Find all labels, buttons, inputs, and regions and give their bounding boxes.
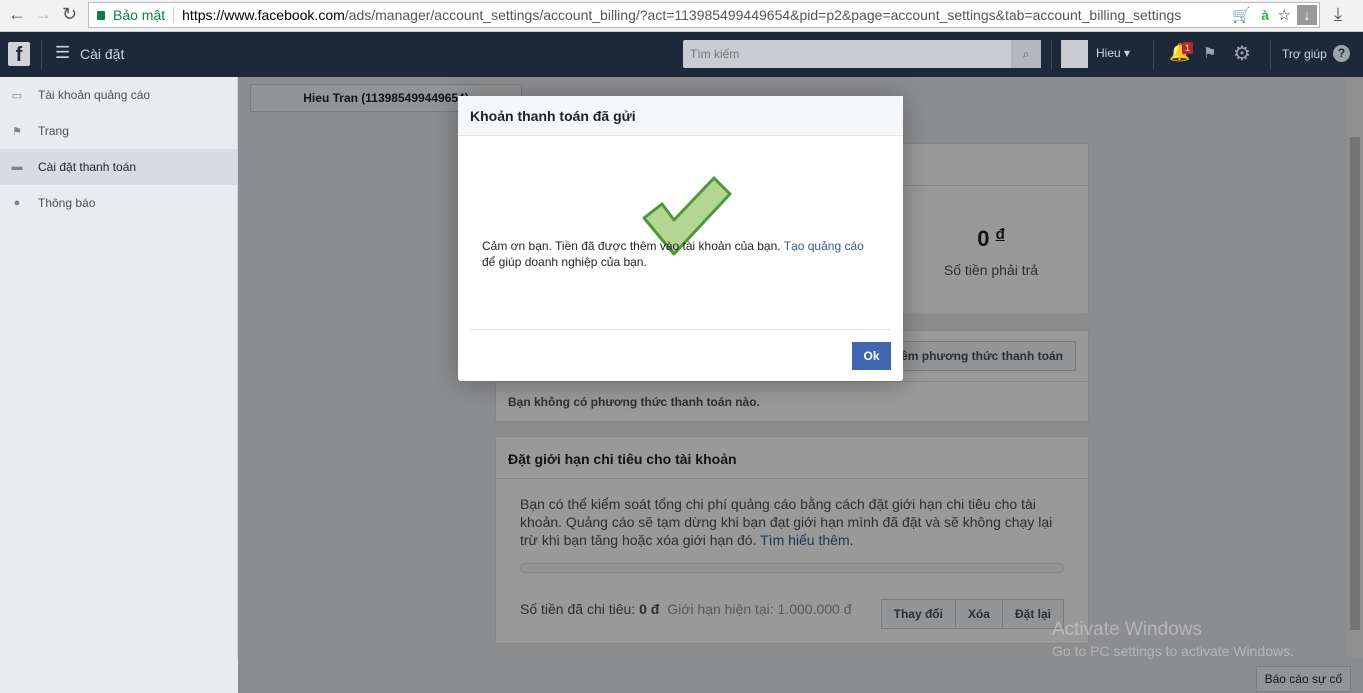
secure-label: Bảo mật [113, 7, 166, 23]
browser-toolbar: ← → ↻ Bảo mật https://www.facebook.com/a… [0, 0, 1363, 32]
url-text: https://www.facebook.com/ads/manager/acc… [182, 7, 1182, 23]
help-icon[interactable]: ? [1333, 45, 1350, 62]
payment-sent-dialog: Khoản thanh toán đã gửi Cảm ơn bạn. Tiền… [458, 96, 903, 381]
sidebar-item-label: Cài đặt thanh toán [38, 160, 137, 174]
downloads-icon[interactable]: ⤓ [1334, 4, 1342, 25]
credit-card-icon: ▬ [11, 161, 23, 173]
search-input[interactable] [683, 47, 1011, 61]
user-name[interactable]: Hieu ▾ [1096, 46, 1130, 60]
sidebar-item-ad-account[interactable]: ▭ Tài khoản quảng cáo [0, 77, 237, 113]
ok-button[interactable]: Ok [852, 342, 891, 370]
forward-icon[interactable]: → [34, 4, 52, 25]
notification-badge: 1 [1182, 42, 1194, 54]
gear-icon[interactable]: ⚙ [1233, 41, 1251, 66]
download-extension-icon[interactable]: ↓ [1297, 5, 1317, 25]
star-icon[interactable]: ☆ [1278, 6, 1291, 24]
flag-icon: ⚑ [12, 125, 22, 138]
create-ad-link[interactable]: Tạo quảng cáo [784, 239, 864, 253]
menu-icon[interactable]: ☰ [55, 43, 70, 63]
windows-watermark-sub: Go to PC settings to activate Windows. [1052, 643, 1294, 659]
sidebar-item-payment-settings[interactable]: ▬ Cài đặt thanh toán [0, 149, 237, 185]
globe-icon: ● [13, 197, 21, 209]
back-icon[interactable]: ← [8, 4, 26, 25]
sidebar-item-label: Thông báo [38, 196, 96, 210]
ad-account-icon: ▭ [11, 89, 23, 102]
unikey-extension-icon[interactable]: à [1261, 7, 1269, 23]
sidebar: ▭ Tài khoản quảng cáo ⚑ Trang ▬ Cài đặt tha… [0, 77, 238, 658]
dialog-message: Cảm ơn bạn. Tiền đã được thêm vào tài kh… [482, 239, 864, 269]
flag-icon[interactable]: ⚑ [1203, 44, 1216, 62]
reload-icon[interactable]: ↻ [62, 4, 77, 25]
cart-extension-icon[interactable]: 🛒 [1232, 6, 1251, 24]
sidebar-item-pages[interactable]: ⚑ Trang [0, 113, 237, 149]
sidebar-item-label: Tài khoản quảng cáo [38, 88, 151, 102]
dialog-title: Khoản thanh toán đã gửi [458, 96, 903, 136]
address-bar[interactable]: Bảo mật https://www.facebook.com/ads/man… [88, 2, 1320, 28]
avatar[interactable] [1061, 40, 1088, 68]
facebook-logo[interactable]: f [8, 42, 30, 66]
windows-watermark: Activate Windows [1052, 619, 1202, 640]
search-icon[interactable]: ⌕ [1011, 40, 1041, 68]
lock-icon [97, 10, 105, 20]
search-box: ⌕ [683, 40, 1041, 68]
fb-header: f ☰ Cài đặt ⌕ Hieu ▾ 🔔 1 ⚑ ⚙ Trợ giúp ? [0, 32, 1363, 77]
page-title: Cài đặt [80, 46, 125, 62]
sidebar-item-notifications[interactable]: ● Thông báo [0, 185, 237, 221]
sidebar-item-label: Trang [38, 124, 69, 138]
help-link[interactable]: Trợ giúp [1282, 47, 1327, 61]
